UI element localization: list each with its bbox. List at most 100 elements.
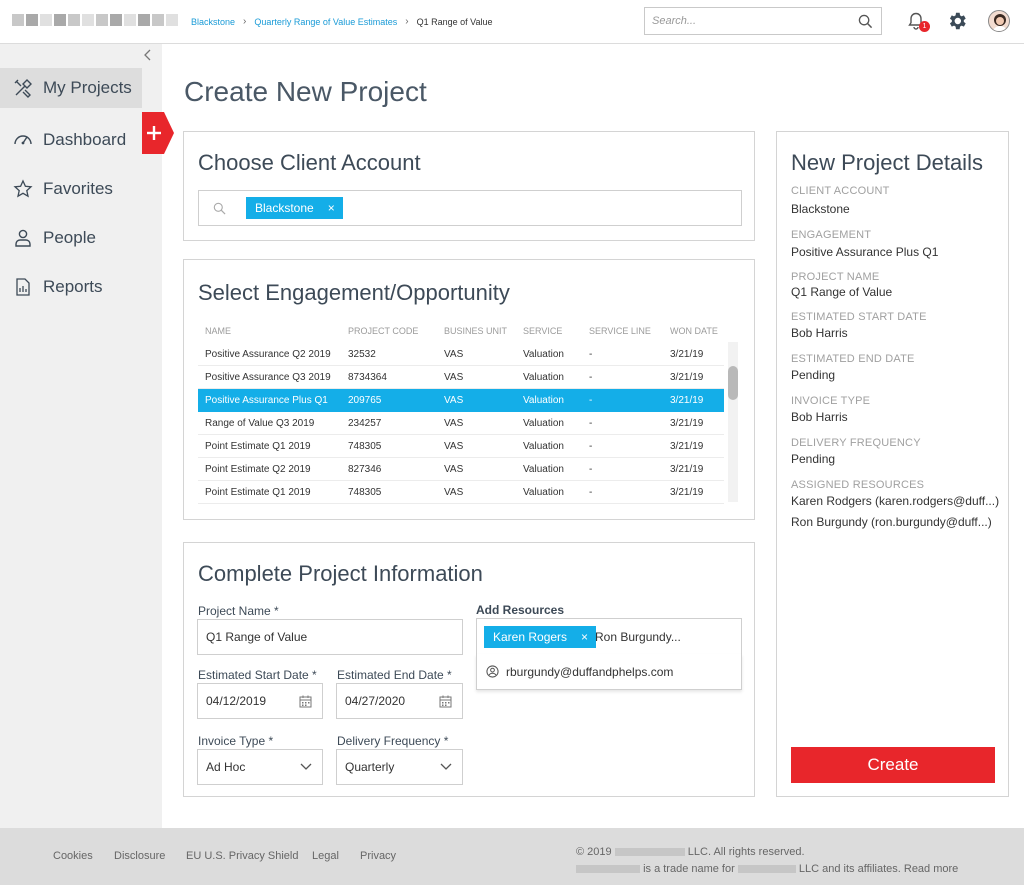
table-cell: 827346 (348, 464, 382, 475)
table-cell: 32532 (348, 349, 376, 360)
add-resources-input[interactable]: Karen Rogers × Ron Burgundy... (476, 618, 742, 655)
sidebar-item-my-projects[interactable]: My Projects (0, 68, 142, 108)
detail-value: Ron Burgundy (ron.burgundy@duff...) (791, 515, 992, 529)
user-avatar[interactable] (988, 10, 1010, 32)
end-date-value: 04/27/2020 (345, 694, 406, 708)
sidebar-item-label: Reports (43, 277, 103, 296)
sidebar: My Projects Dashboard Favorites People R… (0, 44, 174, 828)
table-row[interactable]: Point Estimate Q2 2019 827346 VAS Valuation… (198, 458, 724, 481)
engagement-panel: Select Engagement/Opportunity NAME PROJE… (183, 259, 755, 520)
sidebar-item-favorites[interactable]: Favorites (0, 169, 162, 209)
breadcrumb-client[interactable]: Blackstone (191, 17, 235, 27)
client-chip: Blackstone × (246, 197, 343, 219)
detail-value: Bob Harris (791, 410, 848, 424)
detail-value: Pending (791, 452, 836, 466)
sidebar-item-reports[interactable]: Reports (0, 267, 162, 307)
table-cell: VAS (444, 349, 464, 360)
footer-link-privacy[interactable]: Privacy (360, 850, 396, 862)
table-cell: VAS (444, 372, 464, 383)
tools-icon (14, 79, 32, 98)
resource-chip-label: Karen Rogers (493, 630, 568, 644)
project-name-field[interactable]: Q1 Range of Value (197, 619, 463, 655)
table-row[interactable]: Positive Assurance Plus Q1 209765 VAS Valua… (198, 389, 724, 412)
client-account-panel: Choose Client Account Blackstone × (183, 131, 755, 241)
resource-typed-text: Ron Burgundy... (595, 630, 681, 644)
delivery-frequency-value: Quarterly (345, 760, 395, 774)
sidebar-item-people[interactable]: People (0, 218, 162, 258)
table-cell: 8734364 (348, 372, 387, 383)
table-cell: Valuation (523, 487, 564, 498)
footer-link-disclosure[interactable]: Disclosure (114, 850, 165, 862)
delivery-frequency-select[interactable]: Quarterly (336, 749, 463, 785)
breadcrumb-engagement[interactable]: Quarterly Range of Value Estimates (254, 17, 397, 27)
copyright-suffix: LLC. All rights reserved. (687, 846, 805, 858)
table-header: NAME PROJECT CODE BUSINES UNIT SERVICE S… (198, 326, 728, 342)
column-header[interactable]: SERVICE (523, 326, 562, 336)
client-account-title: Choose Client Account (198, 150, 421, 175)
table-row[interactable]: Point Estimate Q1 2019 748305 VAS Valuation… (198, 481, 724, 504)
invoice-type-select[interactable]: Ad Hoc (197, 749, 323, 785)
trade-name-suffix[interactable]: LLC and its affiliates. Read more (799, 863, 958, 875)
detail-value: Pending (791, 368, 836, 382)
column-header[interactable]: BUSINES UNIT (444, 326, 507, 336)
invoice-type-value: Ad Hoc (206, 760, 246, 774)
table-cell: 748305 (348, 441, 382, 452)
search-input[interactable] (645, 8, 845, 34)
column-header[interactable]: WON DATE (670, 326, 718, 336)
detail-label: CLIENT ACCOUNT (791, 185, 890, 197)
table-cell: Range of Value Q3 2019 (205, 418, 315, 429)
close-icon[interactable]: × (328, 201, 335, 215)
table-cell: VAS (444, 418, 464, 429)
sidebar-item-dashboard[interactable]: Dashboard (0, 120, 162, 160)
table-cell: 3/21/19 (670, 464, 704, 475)
table-cell: VAS (444, 487, 464, 498)
create-button[interactable]: Create (791, 747, 995, 783)
start-date-value: 04/12/2019 (206, 694, 267, 708)
table-cell: - (589, 441, 593, 452)
resource-chip: Karen Rogers × (484, 626, 597, 648)
footer-link-cookies[interactable]: Cookies (53, 850, 93, 862)
company-logo[interactable] (12, 14, 178, 26)
resource-suggestion[interactable]: rburgundy@duffandphelps.com (476, 654, 742, 690)
footer-link-privacy-shield[interactable]: EU U.S. Privacy Shield (186, 850, 298, 862)
column-header[interactable]: NAME (205, 326, 231, 336)
table-row[interactable]: Range of Value Q3 2019 234257 VAS Valuation… (198, 412, 724, 435)
table-cell: Point Estimate Q1 2019 (205, 441, 311, 452)
detail-label: ESTIMATED END DATE (791, 353, 915, 365)
project-details-title: New Project Details (791, 150, 983, 175)
end-date-label: Estimated End Date * (337, 668, 452, 682)
project-name-label: Project Name * (198, 604, 279, 618)
page-title: Create New Project (184, 76, 427, 107)
table-row[interactable]: Positive Assurance Q3 2019 8734364 VAS Valu… (198, 366, 724, 389)
gear-icon[interactable] (946, 10, 968, 32)
detail-value: Bob Harris (791, 326, 848, 340)
delivery-frequency-label: Delivery Frequency * (337, 734, 449, 748)
calendar-icon[interactable] (439, 695, 452, 708)
column-header[interactable]: PROJECT CODE (348, 326, 418, 336)
footer-link-legal[interactable]: Legal (312, 850, 339, 862)
table-cell: VAS (444, 395, 464, 406)
chevron-left-icon[interactable] (142, 48, 154, 62)
client-chip-label: Blackstone (255, 201, 314, 215)
calendar-icon[interactable] (299, 695, 312, 708)
table-cell: - (589, 418, 593, 429)
chevron-down-icon (440, 763, 452, 770)
table-cell: 3/21/19 (670, 395, 704, 406)
table-cell: 234257 (348, 418, 382, 429)
start-date-field[interactable]: 04/12/2019 (197, 683, 323, 719)
table-row[interactable]: Positive Assurance Q2 2019 32532 VAS Valuat… (198, 343, 724, 366)
client-search-field[interactable]: Blackstone × (198, 190, 742, 226)
table-row[interactable]: Point Estimate Q1 2019 748305 VAS Valuation… (198, 435, 724, 458)
detail-label: ASSIGNED RESOURCES (791, 479, 925, 491)
table-cell: Positive Assurance Q3 2019 (205, 372, 331, 383)
end-date-field[interactable]: 04/27/2020 (336, 683, 463, 719)
table-cell: Positive Assurance Q2 2019 (205, 349, 331, 360)
redacted-company-name (614, 848, 685, 857)
column-header[interactable]: SERVICE LINE (589, 326, 651, 336)
close-icon[interactable]: × (581, 630, 588, 644)
scrollbar-thumb[interactable] (728, 366, 738, 400)
add-resources-label: Add Resources (476, 603, 565, 617)
redacted-company-name (737, 865, 796, 874)
table-cell: Valuation (523, 349, 564, 360)
search-icon[interactable] (858, 14, 873, 29)
